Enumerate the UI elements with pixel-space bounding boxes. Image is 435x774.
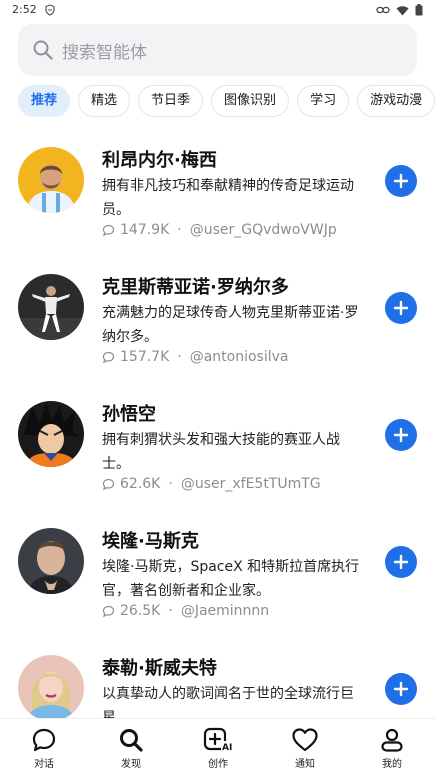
category-chip-recommended[interactable]: 推荐 [18,85,71,117]
plus-icon [393,300,409,316]
category-tabs: 推荐 精选 节日季 图像识别 学习 游戏动漫 [18,85,435,119]
comment-icon [102,605,115,617]
search-icon [120,729,143,752]
search-placeholder: 搜索智能体 [62,42,147,63]
comment-icon [102,351,115,363]
comment-icon [102,224,115,236]
agent-name: 泰勒·斯威夫特 [102,658,217,679]
agent-description: 拥有非凡技巧和奉献精神的传奇足球运动员。 [102,178,354,218]
tab-label: 我的 [382,759,402,770]
agent-name: 克里斯蒂亚诺·罗纳尔多 [102,277,289,298]
agent-name: 埃隆·马斯克 [102,531,199,552]
agent-meta: 147.9K · @user_GQvdwoVWJp [102,222,337,238]
category-chip-study[interactable]: 学习 [297,85,350,117]
heart-icon [292,728,318,752]
add-agent-button[interactable] [385,673,417,705]
category-chip-holiday[interactable]: 节日季 [138,85,204,117]
avatar [18,274,84,340]
tab-discover[interactable]: 发现 [101,727,161,770]
search-icon [33,40,53,60]
tab-create[interactable]: AI 创作 [188,727,248,770]
add-agent-button[interactable] [385,292,417,324]
wifi-icon [396,5,409,15]
separator-dot: · [177,349,182,365]
separator-dot: · [168,603,173,619]
shield-icon [45,4,55,16]
agent-author[interactable]: @Jaeminnnn [181,603,269,619]
category-chip-image-recognition[interactable]: 图像识别 [211,85,290,117]
plus-icon [393,554,409,570]
plus-icon [393,681,409,697]
add-agent-button[interactable] [385,419,417,451]
agent-author[interactable]: @user_xfE5tTUmTG [181,476,321,492]
tab-label: 发现 [121,759,141,770]
comment-count: 26.5K [120,603,161,619]
tab-label: 通知 [295,759,315,770]
avatar [18,528,84,594]
agent-description: 埃隆·马斯克，SpaceX 和特斯拉首席执行官，著名创新者和企业家。 [102,559,360,599]
add-agent-button[interactable] [385,546,417,578]
agent-author[interactable]: @antoniosilva [190,349,289,365]
tab-profile[interactable]: 我的 [362,727,422,770]
agent-item[interactable]: 孙悟空 拥有刺猬状头发和强大技能的赛亚人战士。 62.6K · @user_xf… [0,386,435,513]
comment-count: 62.6K [120,476,161,492]
avatar [18,147,84,213]
bottom-tab-bar: 对话 发现 AI 创作 通知 我的 [0,718,435,774]
svg-text:AI: AI [222,743,232,753]
avatar [18,401,84,467]
plus-icon [393,427,409,443]
agent-name: 孙悟空 [102,404,156,425]
separator-dot: · [168,476,173,492]
status-bar: 2:52 [0,0,435,22]
status-time: 2:52 [12,3,37,16]
agent-meta: 62.6K · @user_xfE5tTUmTG [102,476,321,492]
tab-notifications[interactable]: 通知 [275,727,335,770]
separator-dot: · [177,222,182,238]
tab-chat[interactable]: 对话 [14,727,74,770]
agent-item[interactable]: 克里斯蒂亚诺·罗纳尔多 充满魅力的足球传奇人物克里斯蒂亚诺·罗纳尔多。 157.… [0,259,435,386]
add-agent-button[interactable] [385,165,417,197]
agent-meta: 26.5K · @Jaeminnnn [102,603,269,619]
comment-count: 147.9K [120,222,170,238]
avatar [18,655,84,721]
agent-item[interactable]: 利昂内尔·梅西 拥有非凡技巧和奉献精神的传奇足球运动员。 147.9K · @u… [0,132,435,259]
search-input[interactable]: 搜索智能体 [18,24,417,76]
agent-meta: 157.7K · @antoniosilva [102,349,289,365]
person-icon [381,728,403,752]
comment-icon [102,478,115,490]
agent-list: 利昂内尔·梅西 拥有非凡技巧和奉献精神的传奇足球运动员。 147.9K · @u… [0,132,435,767]
agent-name: 利昂内尔·梅西 [102,150,217,171]
agent-description: 拥有刺猬状头发和强大技能的赛亚人战士。 [102,432,340,472]
agent-author[interactable]: @user_GQvdwoVWJp [190,222,337,238]
category-chip-featured[interactable]: 精选 [78,85,131,117]
agent-description: 充满魅力的足球传奇人物克里斯蒂亚诺·罗纳尔多。 [102,305,359,345]
tab-label: 对话 [34,759,54,770]
tab-label: 创作 [208,759,228,770]
link-icon [376,6,390,14]
plus-icon [393,173,409,189]
battery-icon [415,4,423,16]
comment-count: 157.7K [120,349,170,365]
chat-icon [32,728,56,752]
create-ai-icon: AI [203,727,233,753]
category-chip-games-anime[interactable]: 游戏动漫 [357,85,435,117]
agent-item[interactable]: 埃隆·马斯克 埃隆·马斯克，SpaceX 和特斯拉首席执行官，著名创新者和企业家… [0,513,435,640]
